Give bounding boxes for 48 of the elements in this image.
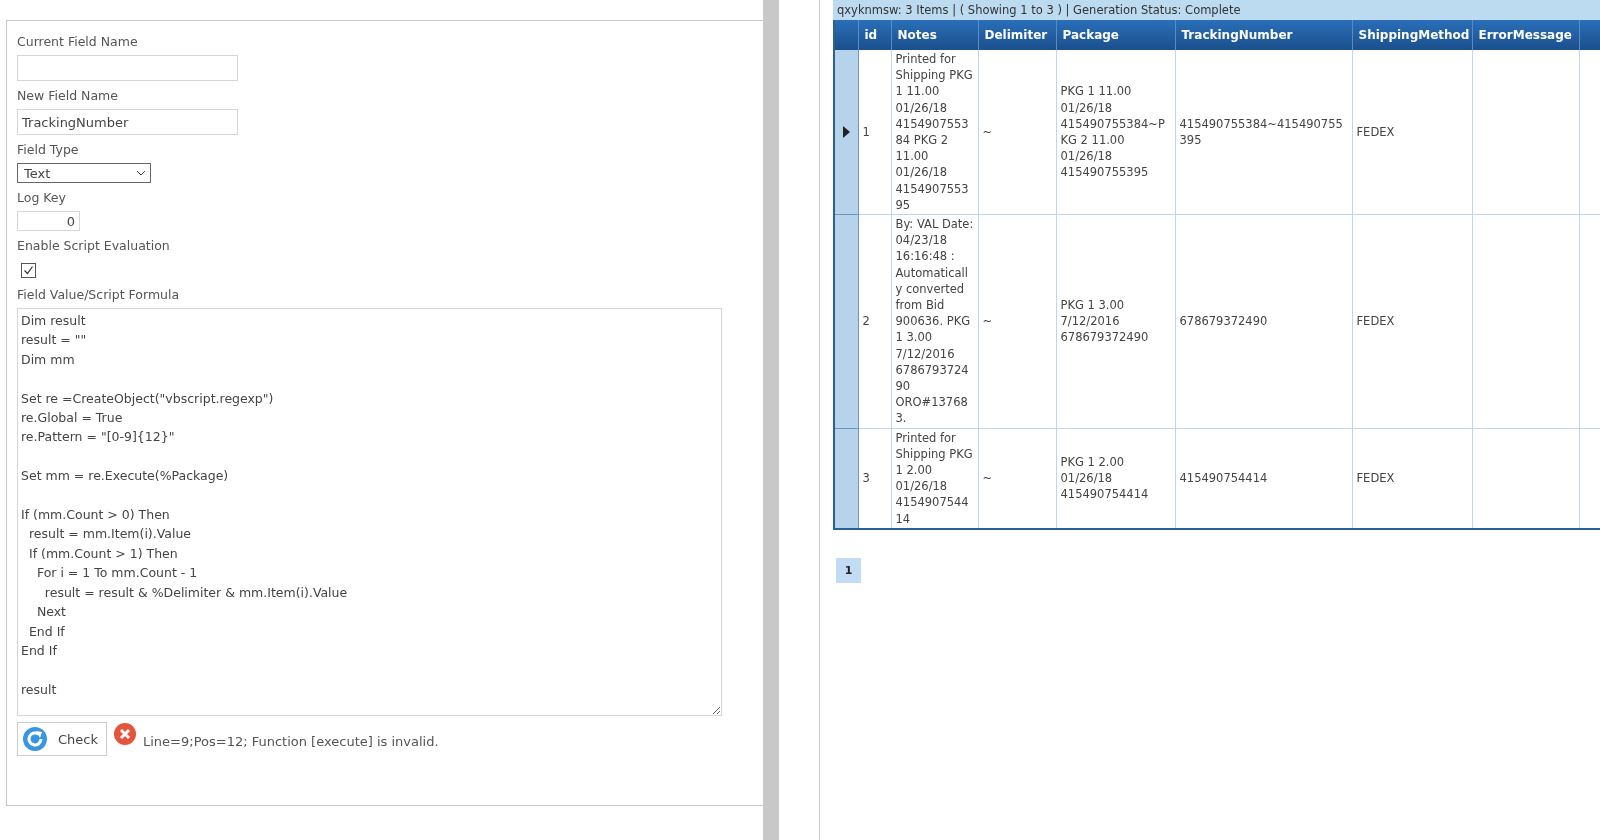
- table-cell: 678679372490: [1175, 214, 1352, 429]
- column-header[interactable]: ErrorMessage: [1472, 20, 1579, 50]
- number-field[interactable]: 0: [17, 211, 80, 231]
- table-cell: 1: [858, 50, 891, 215]
- type-dropdown[interactable]: Text: [17, 163, 151, 183]
- column-header[interactable]: id: [858, 20, 891, 50]
- table-cell: Printed for Shipping PKG 1 2.00 01/26/18 415490754414: [891, 428, 978, 529]
- table-cell: By: VAL Date: 04/23/18 16:16:48 : Automatically converted from Bid 900636. PKG 1 3.00 7/12/2016 678679372490 ORO#137683.: [891, 214, 978, 429]
- table-cell: PKG 1 11.00 01/26/18 415490755384~PKG 2 11.00 01/26/18 415490755395: [1056, 50, 1175, 215]
- column-header[interactable]: Notes: [891, 20, 978, 50]
- table-cell: PKG 1 2.00 01/26/18 415490754414: [1056, 428, 1175, 529]
- table-cell: 3: [858, 428, 891, 529]
- table-cell: ~: [978, 214, 1056, 429]
- table-cell: FEDEX: [1352, 428, 1472, 529]
- field-label: Field Value/Script Formula: [17, 286, 181, 304]
- current-row-icon: [842, 125, 850, 138]
- row-indicator[interactable]: [834, 50, 858, 215]
- field-label: Enable Script Evaluation: [17, 237, 171, 255]
- field-label: Log Key: [17, 189, 67, 207]
- field-label: Current Field Name: [17, 33, 139, 51]
- error-message: Line=9;Pos=12; Function [execute] is invalid.: [143, 732, 439, 749]
- row-indicator[interactable]: [834, 428, 858, 529]
- column-header[interactable]: Delimiter: [978, 20, 1056, 50]
- table-cell: 415490755384~415490755395: [1175, 50, 1352, 215]
- error-icon: [113, 722, 137, 746]
- table-cell: 415490754414: [1175, 428, 1352, 529]
- code-editor[interactable]: Dim result result = "" Dim mm Set re =CreateObject("vbscript.regexp") re.Global = True re.Pattern = "[0-9]{12}" Set mm = re.Execute(%Package) If (mm.Count > 0) Then result = mm.Item(i).Value If (mm.Count > 1) Then For i = 1 To mm.Count - 1 result = result & %Delimiter & mm.Item(i).Value Next End If End If result: [17, 308, 722, 716]
- table-cell: FEDEX: [1352, 50, 1472, 215]
- check-button[interactable]: Check: [17, 722, 107, 756]
- page-button[interactable]: 1: [836, 557, 861, 583]
- column-header[interactable]: TrackingNumber: [1175, 20, 1352, 50]
- checkbox[interactable]: [21, 263, 36, 278]
- column-header[interactable]: Package: [1056, 20, 1175, 50]
- table-cell: ~: [978, 50, 1056, 215]
- text-field[interactable]: TrackingNumber: [17, 109, 238, 135]
- table-cell: Printed for Shipping PKG 1 11.00 01/26/18 415490755384 PKG 2 11.00 01/26/18 415490755395: [891, 50, 978, 215]
- table-cell: PKG 1 3.00 7/12/2016 678679372490: [1056, 214, 1175, 429]
- column-header[interactable]: ShippingMethod: [1352, 20, 1472, 50]
- table-cell: ~: [978, 428, 1056, 529]
- field-label: New Field Name: [17, 87, 119, 105]
- refresh-icon: [22, 726, 48, 752]
- text-field[interactable]: [17, 55, 238, 81]
- field-label: Field Type: [17, 141, 80, 159]
- chevron-down-icon: [136, 170, 146, 176]
- table-cell: FEDEX: [1352, 214, 1472, 429]
- table-cell: 2: [858, 214, 891, 429]
- row-indicator[interactable]: [834, 214, 858, 429]
- grid-status-bar: qxyknmsw: 3 Items | ( Showing 1 to 3 ) | Generation Status: Complete: [833, 0, 1600, 20]
